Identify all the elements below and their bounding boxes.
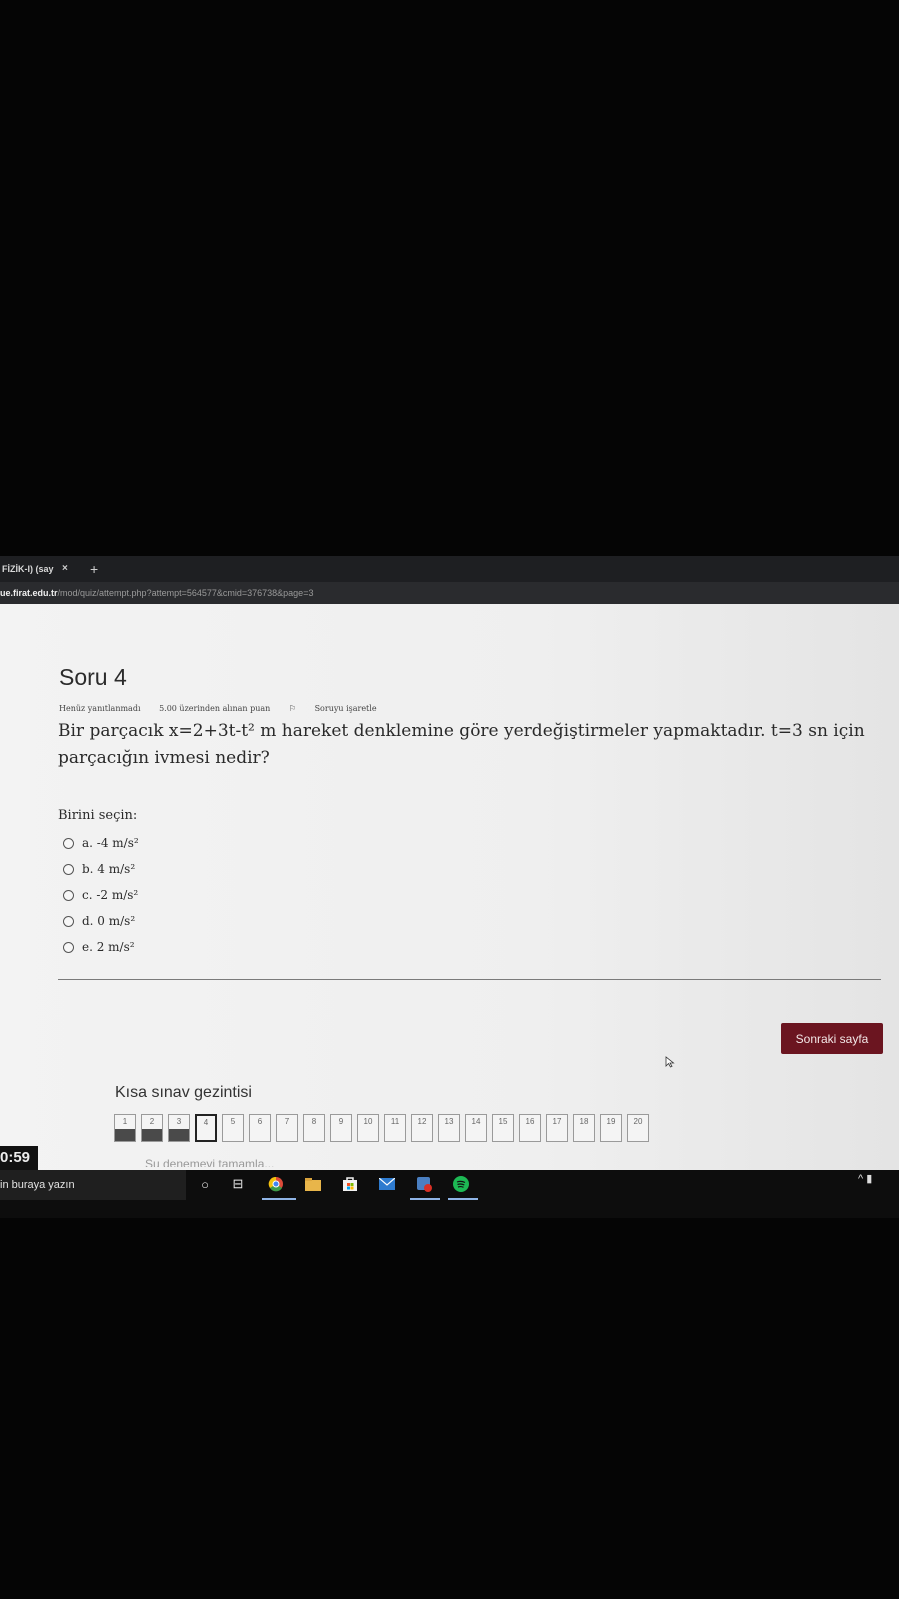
mail-icon[interactable] [377,1174,397,1194]
quiz-nav-number: 2 [149,1117,155,1126]
quiz-nav-button-15[interactable]: 15 [492,1114,514,1142]
quiz-nav-button-16[interactable]: 16 [519,1114,541,1142]
question-title: Soru 4 [59,664,127,690]
next-page-button[interactable]: Sonraki sayfa [781,1023,883,1054]
answer-option-c[interactable]: c. -2 m/s² [63,882,139,908]
quiz-nav-number: 18 [579,1117,589,1126]
question-status: Henüz yanıtlanmadı [59,704,141,713]
tab-label: FİZİK-I) (say [2,564,54,574]
quiz-nav-number: 15 [498,1117,508,1126]
browser-tab[interactable]: FİZİK-I) (say × [0,556,82,582]
quiz-nav-number: 12 [417,1117,427,1126]
quiz-nav-number: 16 [525,1117,535,1126]
tab-close-icon[interactable]: × [62,556,68,582]
quiz-nav-number: 17 [552,1117,562,1126]
quiz-nav-button-1[interactable]: 1 [114,1114,136,1142]
quiz-navigation-grid: 1 2 3 4 5 6 7 8 9 10 11 12 13 14 15 16 17 18 19 20 [114,1114,654,1142]
answer-prompt: Birini seçin: [58,808,138,823]
answer-options: a. -4 m/s² b. 4 m/s² c. -2 m/s² d. 0 m/s… [63,830,139,960]
quiz-nav-number: 11 [390,1117,400,1126]
flag-icon: ⚐ [288,704,299,713]
answer-option-b[interactable]: b. 4 m/s² [63,856,139,882]
quiz-nav-button-8[interactable]: 8 [303,1114,325,1142]
quiz-nav-number: 8 [311,1117,317,1126]
quiz-nav-number: 1 [122,1117,128,1126]
quiz-nav-button-4[interactable]: 4 [195,1114,217,1142]
radio-c[interactable] [63,889,74,901]
quiz-nav-number: 5 [230,1117,236,1126]
answer-option-e[interactable]: e. 2 m/s² [63,934,139,960]
quiz-nav-number: 3 [176,1117,182,1126]
quiz-nav-button-19[interactable]: 19 [600,1114,622,1142]
quiz-navigation-title: Kısa sınav gezintisi [115,1084,252,1101]
app-active-indicator [410,1198,440,1200]
url-domain: ue.firat.edu.tr [0,588,58,598]
quiz-nav-button-20[interactable]: 20 [627,1114,649,1142]
taskbar-search-box[interactable]: in buraya yazın [0,1170,186,1200]
explorer-icon[interactable] [303,1174,323,1194]
spotify-active-indicator [448,1198,478,1200]
mouse-cursor-icon [665,1056,675,1068]
flag-question-link[interactable]: ⚐ Soruyu işaretle [289,704,393,713]
quiz-nav-number: 19 [606,1117,616,1126]
question-text: Bir parçacık x=2+3t-t² m hareket denklem… [58,721,865,768]
new-tab-button[interactable]: + [90,556,98,582]
answer-option-a[interactable]: a. -4 m/s² [63,830,139,856]
system-tray-chevron-icon[interactable]: ^ ▮ [858,1172,872,1185]
radio-d[interactable] [63,915,74,927]
quiz-nav-button-17[interactable]: 17 [546,1114,568,1142]
browser-tab-bar: FİZİK-I) (say × + [0,556,899,582]
spotify-icon[interactable] [451,1174,471,1194]
quiz-nav-button-13[interactable]: 13 [438,1114,460,1142]
quiz-nav-button-6[interactable]: 6 [249,1114,271,1142]
answer-option-d[interactable]: d. 0 m/s² [63,908,139,934]
quiz-nav-number: 14 [471,1117,481,1126]
finish-attempt-link[interactable]: Şu denemeyi tamamla... [145,1157,274,1167]
quiz-nav-button-3[interactable]: 3 [168,1114,190,1142]
radio-a[interactable] [63,837,74,849]
radio-e[interactable] [63,941,74,953]
quiz-page: Soru 4 Henüz yanıtlanmadı 5.00 üzerinden… [0,604,899,1170]
quiz-nav-button-14[interactable]: 14 [465,1114,487,1142]
quiz-nav-number: 13 [444,1117,454,1126]
question-meta: Henüz yanıtlanmadı 5.00 üzerinden alınan… [59,704,409,713]
quiz-nav-button-12[interactable]: 12 [411,1114,433,1142]
quiz-nav-button-18[interactable]: 18 [573,1114,595,1142]
quiz-nav-button-10[interactable]: 10 [357,1114,379,1142]
quiz-nav-number: 20 [633,1117,643,1126]
question-points: 5.00 üzerinden alınan puan [159,704,271,713]
task-view-icon[interactable]: ⊟ [228,1174,248,1194]
quiz-nav-button-5[interactable]: 5 [222,1114,244,1142]
chrome-icon[interactable] [266,1174,286,1194]
quiz-timer: 0:59 [0,1146,38,1170]
divider [58,979,881,980]
radio-b[interactable] [63,863,74,875]
quiz-nav-number: 9 [338,1117,344,1126]
quiz-nav-button-11[interactable]: 11 [384,1114,406,1142]
quiz-nav-button-9[interactable]: 9 [330,1114,352,1142]
quiz-nav-number: 6 [257,1117,263,1126]
app-icon[interactable] [414,1174,434,1194]
cortana-icon[interactable]: ○ [195,1174,215,1194]
windows-taskbar: 0:59 in buraya yazın ○ ⊟ ^ ▮ [0,1146,899,1218]
quiz-nav-button-7[interactable]: 7 [276,1114,298,1142]
chrome-active-indicator [262,1198,296,1200]
quiz-nav-number: 7 [284,1117,290,1126]
laptop-screen: FİZİK-I) (say × + ue.firat.edu.tr/mod/qu… [0,556,899,1218]
url-path: /mod/quiz/attempt.php?attempt=564577&cmi… [57,588,314,598]
address-bar[interactable]: ue.firat.edu.tr/mod/quiz/attempt.php?att… [0,582,899,604]
quiz-nav-number: 4 [203,1118,209,1127]
store-icon[interactable] [340,1174,360,1194]
quiz-nav-number: 10 [363,1117,373,1126]
quiz-nav-button-2[interactable]: 2 [141,1114,163,1142]
